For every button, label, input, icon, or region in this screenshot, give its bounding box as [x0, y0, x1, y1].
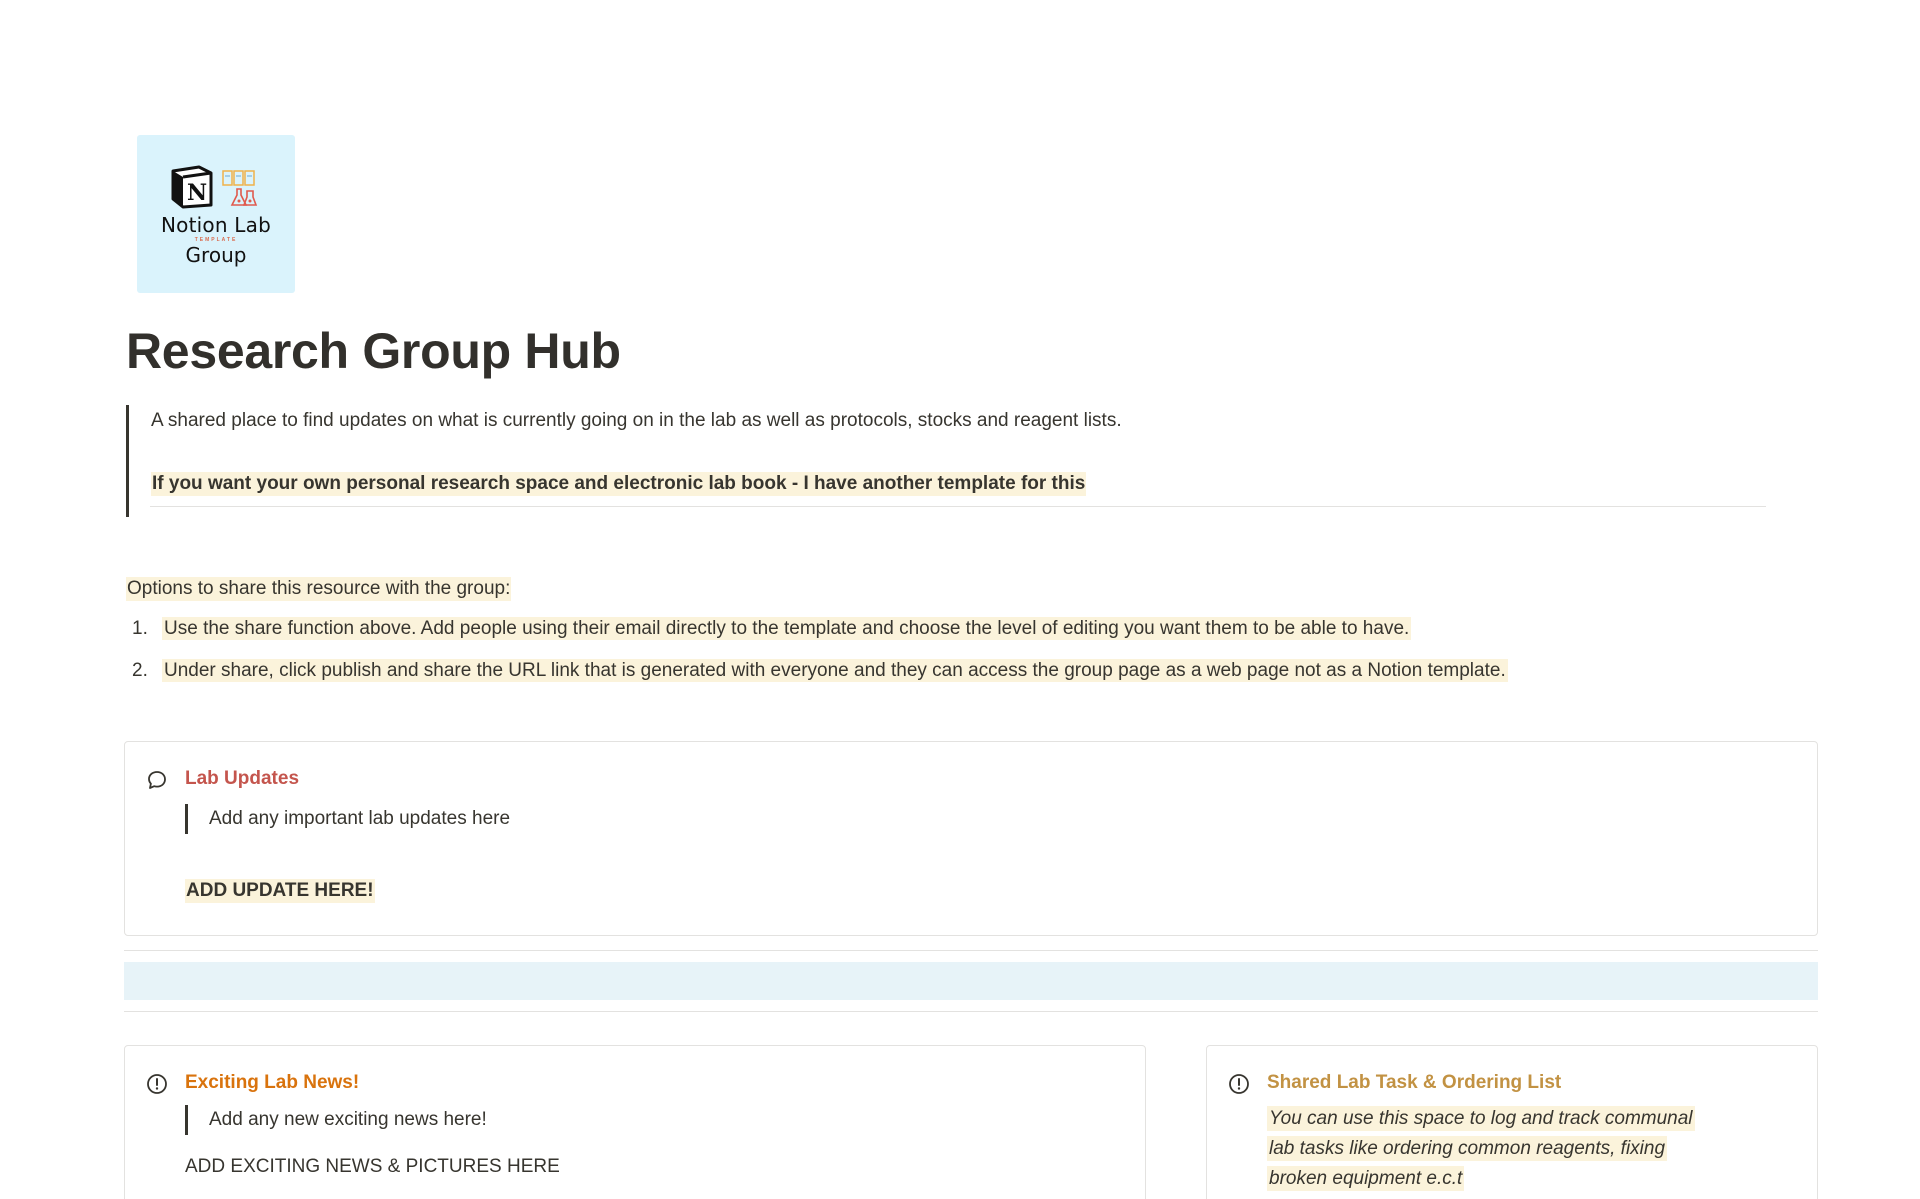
shared-tasks-description: You can use this space to log and track …: [1267, 1104, 1787, 1194]
option-item-2[interactable]: 2. Under share, click publish and share t…: [132, 659, 1508, 682]
intro-description: A shared place to find updates on what i…: [151, 410, 1122, 431]
lab-updates-callout[interactable]: Lab Updates Add any important lab update…: [124, 741, 1818, 936]
option-text: Under share, click publish and share the…: [162, 659, 1508, 682]
shared-tasks-callout[interactable]: Shared Lab Task & Ordering List You can …: [1206, 1045, 1818, 1199]
page-title[interactable]: Research Group Hub: [126, 322, 621, 380]
lab-beakers-icon: [222, 170, 258, 206]
section-divider: [124, 950, 1818, 951]
lab-news-callout[interactable]: Exciting Lab News! Add any new exciting …: [124, 1045, 1146, 1199]
lab-news-title: Exciting Lab News!: [185, 1072, 360, 1093]
intro-highlight: If you want your own personal research s…: [151, 472, 1087, 496]
option-number: 1.: [132, 618, 148, 639]
exclamation-circle-icon: [147, 1074, 167, 1094]
shared-tasks-line: lab tasks like ordering common reagents,…: [1267, 1136, 1668, 1161]
intro-quote-block[interactable]: A shared place to find updates on what i…: [126, 405, 1786, 517]
add-update-action: ADD UPDATE HERE!: [185, 879, 375, 903]
shared-tasks-line: You can use this space to log and track …: [1267, 1106, 1695, 1131]
lab-news-quote: Add any new exciting news here!: [185, 1105, 487, 1135]
options-intro[interactable]: Options to share this resource with the …: [126, 577, 512, 601]
shared-tasks-line: broken equipment e.c.t: [1267, 1166, 1465, 1191]
svg-text:N: N: [187, 180, 207, 206]
speech-bubble-icon: [148, 771, 166, 789]
option-item-1[interactable]: 1. Use the share function above. Add peop…: [132, 617, 1412, 640]
page: N Notion Lab TEMPLATE Group Research Gro…: [0, 0, 1920, 1199]
quote-divider: [150, 506, 1766, 507]
section-divider: [124, 1011, 1818, 1012]
option-text: Use the share function above. Add people…: [162, 617, 1412, 640]
logo-text-line3: Group: [185, 243, 247, 267]
lab-news-action: ADD EXCITING NEWS & PICTURES HERE: [185, 1156, 560, 1177]
blue-callout-band: [124, 962, 1818, 1000]
logo-text-line1: Notion Lab: [161, 213, 271, 237]
lab-updates-title: Lab Updates: [185, 768, 300, 789]
page-icon-logo[interactable]: N Notion Lab TEMPLATE Group: [137, 135, 295, 293]
shared-tasks-title: Shared Lab Task & Ordering List: [1267, 1072, 1562, 1093]
option-number: 2.: [132, 660, 148, 681]
notion-logo-icon: N: [171, 165, 213, 209]
lab-updates-quote: Add any important lab updates here: [185, 804, 510, 834]
exclamation-circle-icon: [1229, 1074, 1249, 1094]
